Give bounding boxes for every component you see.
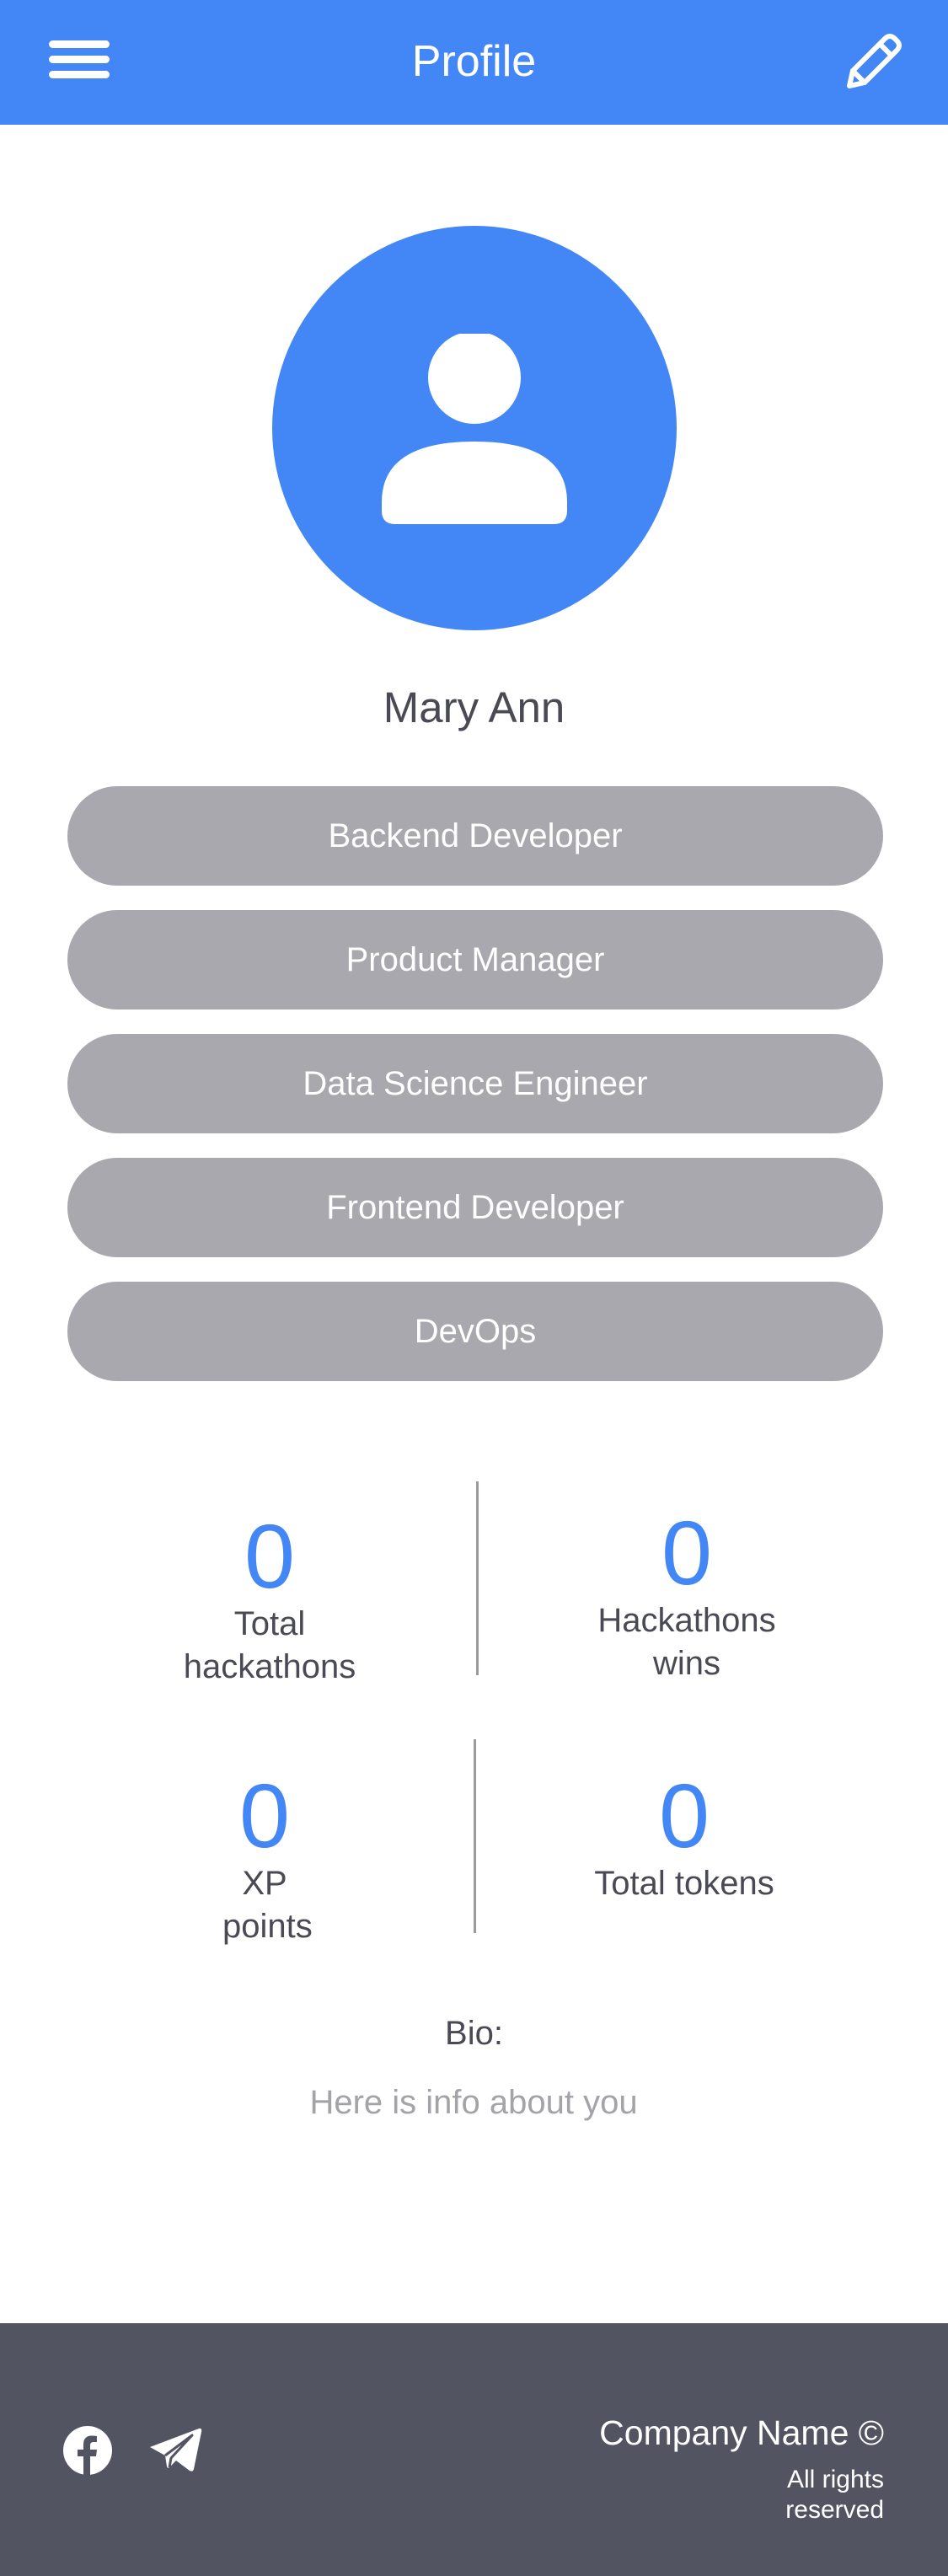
stat-hackathon-wins: 0 Hackathons wins	[518, 1507, 855, 1685]
rights-text: All rights reserved	[785, 2466, 884, 2524]
stat-value: 0	[661, 1502, 713, 1604]
role-pill-backend-developer[interactable]: Backend Developer	[67, 786, 883, 886]
bio-text: Here is info about you	[309, 2084, 638, 2121]
user-name: Mary Ann	[383, 683, 565, 731]
role-pill-product-manager[interactable]: Product Manager	[67, 910, 883, 1010]
stat-value: 0	[658, 1765, 710, 1866]
bio-title: Bio:	[445, 2015, 503, 2052]
telegram-icon[interactable]	[148, 2427, 202, 2472]
stat-label: Total hackathons	[183, 1605, 356, 1685]
pencil-icon[interactable]	[843, 30, 905, 93]
page-title: Profile	[411, 37, 537, 86]
stat-value: 0	[244, 1505, 296, 1607]
role-pill-devops[interactable]: DevOps	[67, 1282, 883, 1381]
app-header: Profile	[0, 0, 948, 125]
stat-divider	[476, 1481, 479, 1675]
stat-total-tokens: 0 Total tokens	[516, 1770, 853, 1905]
stat-total-hackathons: 0 Total hackathons	[101, 1510, 438, 1689]
facebook-icon[interactable]	[63, 2426, 112, 2475]
avatar[interactable]	[272, 226, 677, 630]
profile-page: Profile Mary Ann Backend Developer Produ…	[0, 0, 948, 2576]
user-silhouette-icon	[382, 334, 567, 524]
stat-value: 0	[238, 1765, 291, 1866]
stat-label: XP points	[222, 1865, 313, 1945]
stat-xp-points: 0 XP points	[96, 1770, 433, 1948]
stat-label: Total tokens	[594, 1865, 774, 1902]
company-name: Company Name ©	[599, 2413, 884, 2452]
role-pill-frontend-developer[interactable]: Frontend Developer	[67, 1158, 883, 1257]
stat-label: Hackathons wins	[597, 1602, 776, 1682]
stat-divider	[474, 1739, 476, 1933]
app-footer: Company Name © All rights reserved	[0, 2323, 948, 2576]
role-pill-data-science-engineer[interactable]: Data Science Engineer	[67, 1034, 883, 1133]
